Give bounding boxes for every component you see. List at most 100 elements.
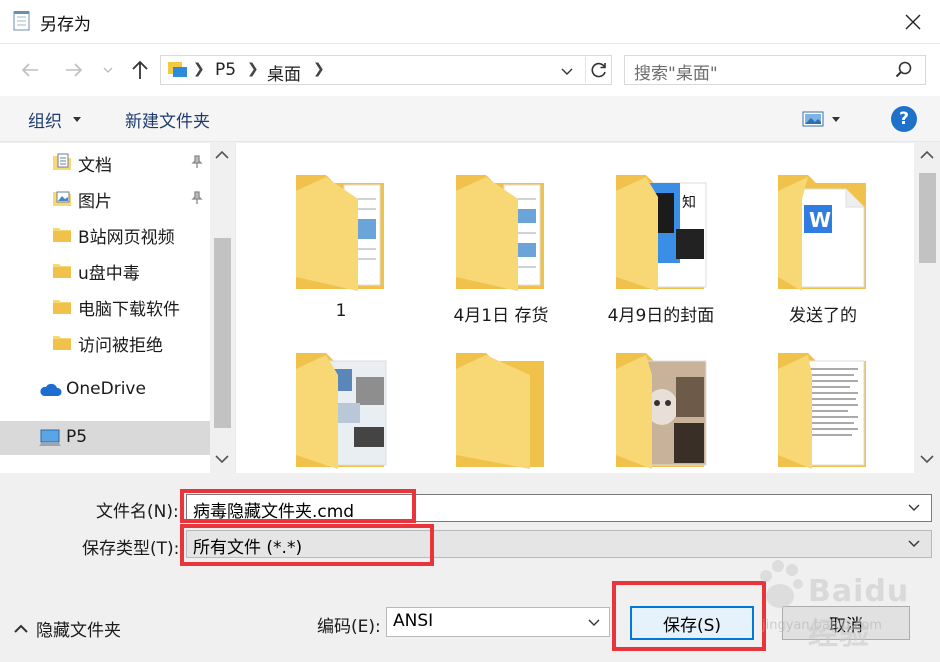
folder-item[interactable] bbox=[266, 321, 416, 473]
folder-icon bbox=[778, 347, 868, 469]
refresh-button[interactable] bbox=[585, 57, 611, 83]
nav-item-folder[interactable]: u盘中毒 bbox=[0, 253, 210, 287]
up-button[interactable] bbox=[126, 56, 154, 84]
nav-item-folder[interactable]: 电脑下载软件 bbox=[0, 289, 210, 323]
cancel-label: 取消 bbox=[829, 615, 863, 636]
documents-folder-icon bbox=[52, 153, 72, 171]
folder-icon bbox=[52, 225, 72, 243]
folder-item[interactable] bbox=[426, 321, 576, 473]
folder-icon bbox=[616, 347, 708, 469]
search-placeholder: 搜索"桌面" bbox=[634, 64, 718, 84]
nav-item-folder[interactable]: 访问被拒绝 bbox=[0, 325, 210, 359]
onedrive-icon bbox=[38, 383, 62, 397]
navigation-pane: 文档 图片 B站网页视频 u盘中毒 电脑下载软件 访问被拒绝 OneDrive … bbox=[0, 143, 236, 473]
folder-item[interactable] bbox=[748, 321, 898, 473]
folder-icon: 知 bbox=[616, 169, 708, 291]
breadcrumb-desktop[interactable]: 桌面 bbox=[267, 60, 301, 85]
nav-item-label: 访问被拒绝 bbox=[78, 336, 163, 356]
chevron-down-icon[interactable] bbox=[907, 535, 921, 553]
change-view-button[interactable] bbox=[802, 108, 854, 130]
chevron-up-icon[interactable] bbox=[919, 149, 935, 161]
nav-item-label: OneDrive bbox=[66, 379, 146, 399]
filename-input[interactable]: 病毒隐藏文件夹.cmd bbox=[186, 494, 932, 522]
folder-item[interactable]: 知 4月9日的封面 bbox=[586, 143, 736, 326]
address-history-button[interactable] bbox=[557, 60, 577, 82]
nav-item-this-pc[interactable]: P5 bbox=[0, 421, 210, 455]
chevron-down-icon bbox=[561, 68, 573, 75]
arrow-up-icon bbox=[132, 60, 148, 79]
scrollbar-thumb[interactable] bbox=[919, 173, 936, 263]
encoding-value: ANSI bbox=[393, 611, 434, 631]
close-button[interactable] bbox=[896, 6, 930, 38]
pin-icon[interactable] bbox=[190, 191, 204, 205]
folder-icon bbox=[456, 169, 546, 291]
nav-scrollbar[interactable] bbox=[210, 143, 235, 473]
chevron-down-icon bbox=[587, 614, 601, 632]
breadcrumb-p5[interactable]: P5 bbox=[215, 60, 236, 80]
desktop-icon bbox=[167, 61, 189, 79]
folder-icon bbox=[52, 261, 72, 279]
cancel-button[interactable]: 取消 bbox=[782, 606, 910, 640]
search-input[interactable]: 搜索"桌面" bbox=[624, 55, 926, 85]
nav-item-label: B站网页视频 bbox=[78, 228, 175, 248]
refresh-icon bbox=[591, 62, 606, 78]
file-type-label: 保存类型(T): bbox=[82, 539, 180, 559]
folder-icon bbox=[296, 169, 386, 291]
svg-text:知: 知 bbox=[682, 194, 696, 211]
organize-button[interactable]: 组织 bbox=[28, 107, 62, 132]
chevron-up-icon[interactable] bbox=[213, 149, 231, 161]
view-icon bbox=[802, 111, 824, 127]
save-button[interactable]: 保存(S) bbox=[630, 606, 754, 640]
help-icon: ? bbox=[899, 109, 909, 129]
nav-item-pictures[interactable]: 图片 bbox=[0, 181, 210, 215]
pin-icon[interactable] bbox=[190, 155, 204, 169]
forward-button[interactable] bbox=[60, 56, 88, 84]
recent-locations-button[interactable] bbox=[98, 56, 118, 84]
caret-down-icon bbox=[832, 116, 840, 122]
chevron-down-icon[interactable] bbox=[213, 453, 231, 465]
nav-item-label: 文档 bbox=[78, 156, 112, 176]
breadcrumb-separator: ❯ bbox=[193, 61, 205, 77]
help-button[interactable]: ? bbox=[891, 106, 917, 132]
folder-icon bbox=[296, 347, 388, 469]
chevron-up-icon bbox=[14, 624, 28, 633]
nav-item-label: 图片 bbox=[78, 192, 112, 212]
filename-label: 文件名(N): bbox=[96, 502, 179, 522]
nav-item-label: 电脑下载软件 bbox=[78, 300, 180, 320]
address-bar[interactable]: ❯ P5 ❯ 桌面 ❯ bbox=[160, 55, 612, 85]
arrow-right-icon bbox=[66, 63, 83, 77]
file-list: 1 4月1日 存货 知 4月9日的封面 W 发送了的 bbox=[236, 143, 914, 473]
scrollbar-thumb[interactable] bbox=[214, 238, 231, 428]
folder-icon bbox=[456, 347, 546, 469]
folder-icon bbox=[52, 333, 72, 351]
folder-label: 1 bbox=[335, 301, 347, 321]
hide-folders-toggle[interactable]: 隐藏文件夹 bbox=[14, 616, 121, 641]
caret-down-icon bbox=[73, 117, 81, 122]
pictures-folder-icon bbox=[52, 189, 72, 207]
file-type-value: 所有文件 (*.*) bbox=[193, 538, 303, 558]
hide-folders-label: 隐藏文件夹 bbox=[36, 621, 121, 641]
search-icon bbox=[895, 61, 913, 79]
computer-icon bbox=[38, 429, 62, 447]
file-type-select[interactable]: 所有文件 (*.*) bbox=[186, 530, 932, 558]
chevron-down-icon[interactable] bbox=[907, 499, 921, 517]
breadcrumb-separator: ❯ bbox=[247, 61, 259, 77]
window-title: 另存为 bbox=[40, 15, 91, 35]
nav-item-documents[interactable]: 文档 bbox=[0, 145, 210, 179]
nav-item-folder[interactable]: B站网页视频 bbox=[0, 217, 210, 251]
chevron-down-icon[interactable] bbox=[919, 453, 935, 465]
chevron-down-icon bbox=[103, 67, 113, 73]
back-button[interactable] bbox=[16, 56, 44, 84]
nav-item-label: P5 bbox=[66, 427, 88, 447]
file-list-scrollbar[interactable] bbox=[914, 143, 940, 473]
folder-item[interactable] bbox=[586, 321, 736, 473]
new-folder-button[interactable]: 新建文件夹 bbox=[125, 107, 210, 132]
svg-text:W: W bbox=[809, 208, 831, 232]
encoding-label: 编码(E): bbox=[317, 617, 381, 637]
folder-icon: W bbox=[778, 169, 868, 291]
folder-item[interactable]: 1 bbox=[266, 143, 416, 321]
folder-item[interactable]: W 发送了的 bbox=[748, 143, 898, 326]
nav-item-onedrive[interactable]: OneDrive bbox=[0, 373, 210, 407]
encoding-select[interactable]: ANSI bbox=[386, 607, 610, 637]
folder-item[interactable]: 4月1日 存货 bbox=[426, 143, 576, 326]
